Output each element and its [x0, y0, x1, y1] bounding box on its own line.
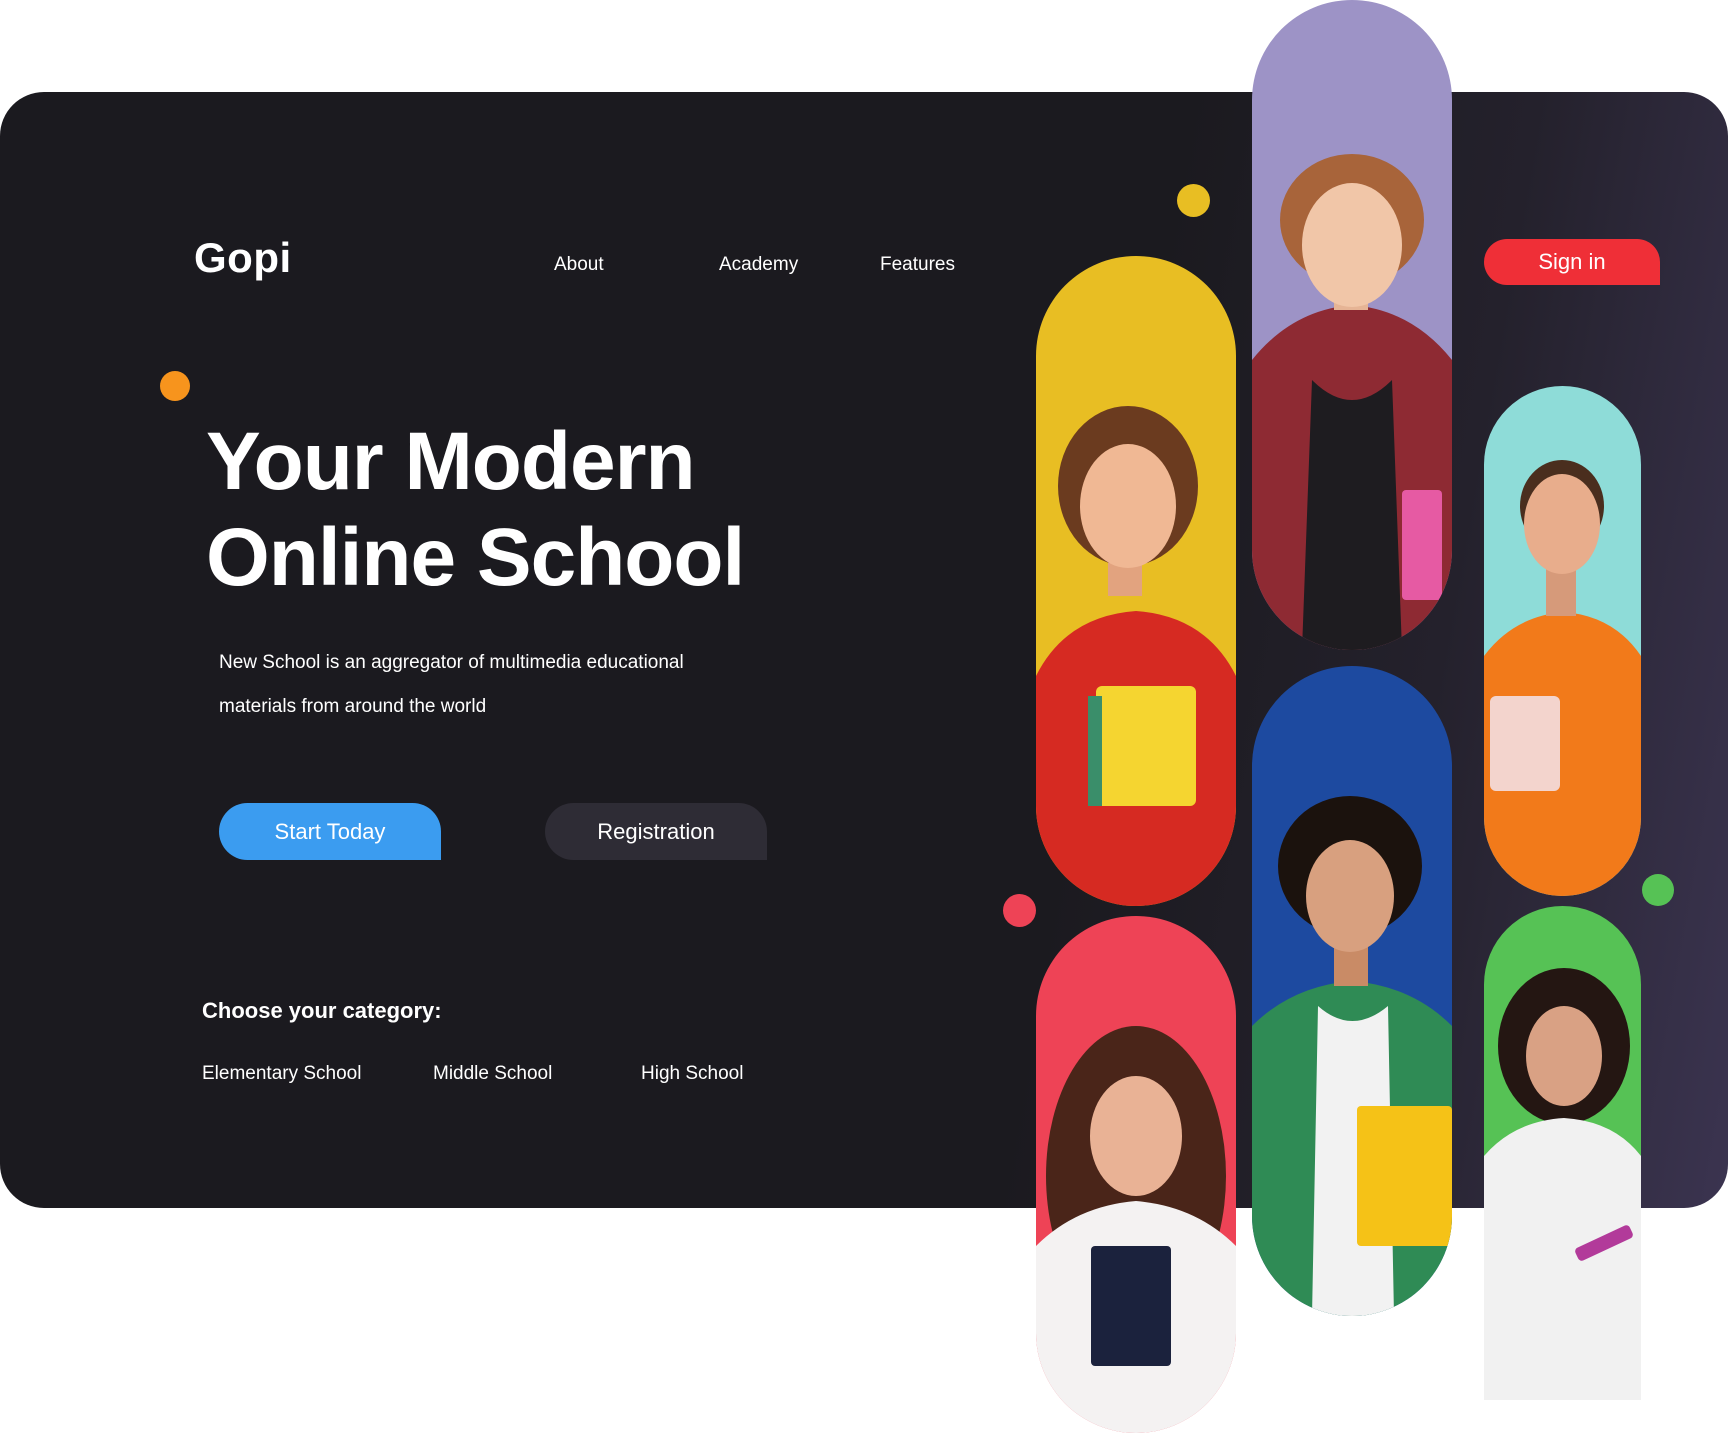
registration-button[interactable]: Registration: [545, 803, 767, 860]
brand-logo[interactable]: Gopi: [194, 234, 292, 282]
nav-about[interactable]: About: [554, 254, 604, 276]
nav-academy[interactable]: Academy: [719, 254, 798, 276]
hero-title-line-1: Your Modern: [206, 416, 696, 507]
student-portrait-icon: [1484, 906, 1641, 1400]
yellow-dot-decoration: [1177, 184, 1210, 217]
sign-in-button[interactable]: Sign in: [1484, 239, 1660, 285]
student-portrait-icon: [1484, 386, 1641, 896]
student-photo-lavender: [1252, 0, 1452, 650]
start-today-button[interactable]: Start Today: [219, 803, 441, 860]
green-dot-decoration: [1642, 874, 1674, 906]
student-photo-blue: [1252, 666, 1452, 1316]
student-portrait-icon: [1252, 666, 1452, 1316]
student-portrait-icon: [1036, 916, 1236, 1433]
category-middle-school[interactable]: Middle School: [433, 1063, 552, 1085]
category-high-school[interactable]: High School: [641, 1063, 743, 1085]
category-heading: Choose your category:: [202, 998, 442, 1023]
hero-title: Your Modern Online School: [206, 414, 745, 606]
student-portrait-icon: [1036, 256, 1236, 906]
hero-description: New School is an aggregator of multimedi…: [219, 652, 684, 717]
red-dot-decoration: [1003, 894, 1036, 927]
student-photo-teal: [1484, 386, 1641, 896]
student-photo-yellow: [1036, 256, 1236, 906]
hero-title-line-2: Online School: [206, 512, 745, 603]
orange-dot-decoration: [160, 371, 190, 401]
student-photo-red: [1036, 916, 1236, 1433]
category-elementary-school[interactable]: Elementary School: [202, 1063, 361, 1085]
nav-features[interactable]: Features: [880, 254, 955, 276]
student-portrait-icon: [1252, 0, 1452, 650]
student-photo-green: [1484, 906, 1641, 1400]
